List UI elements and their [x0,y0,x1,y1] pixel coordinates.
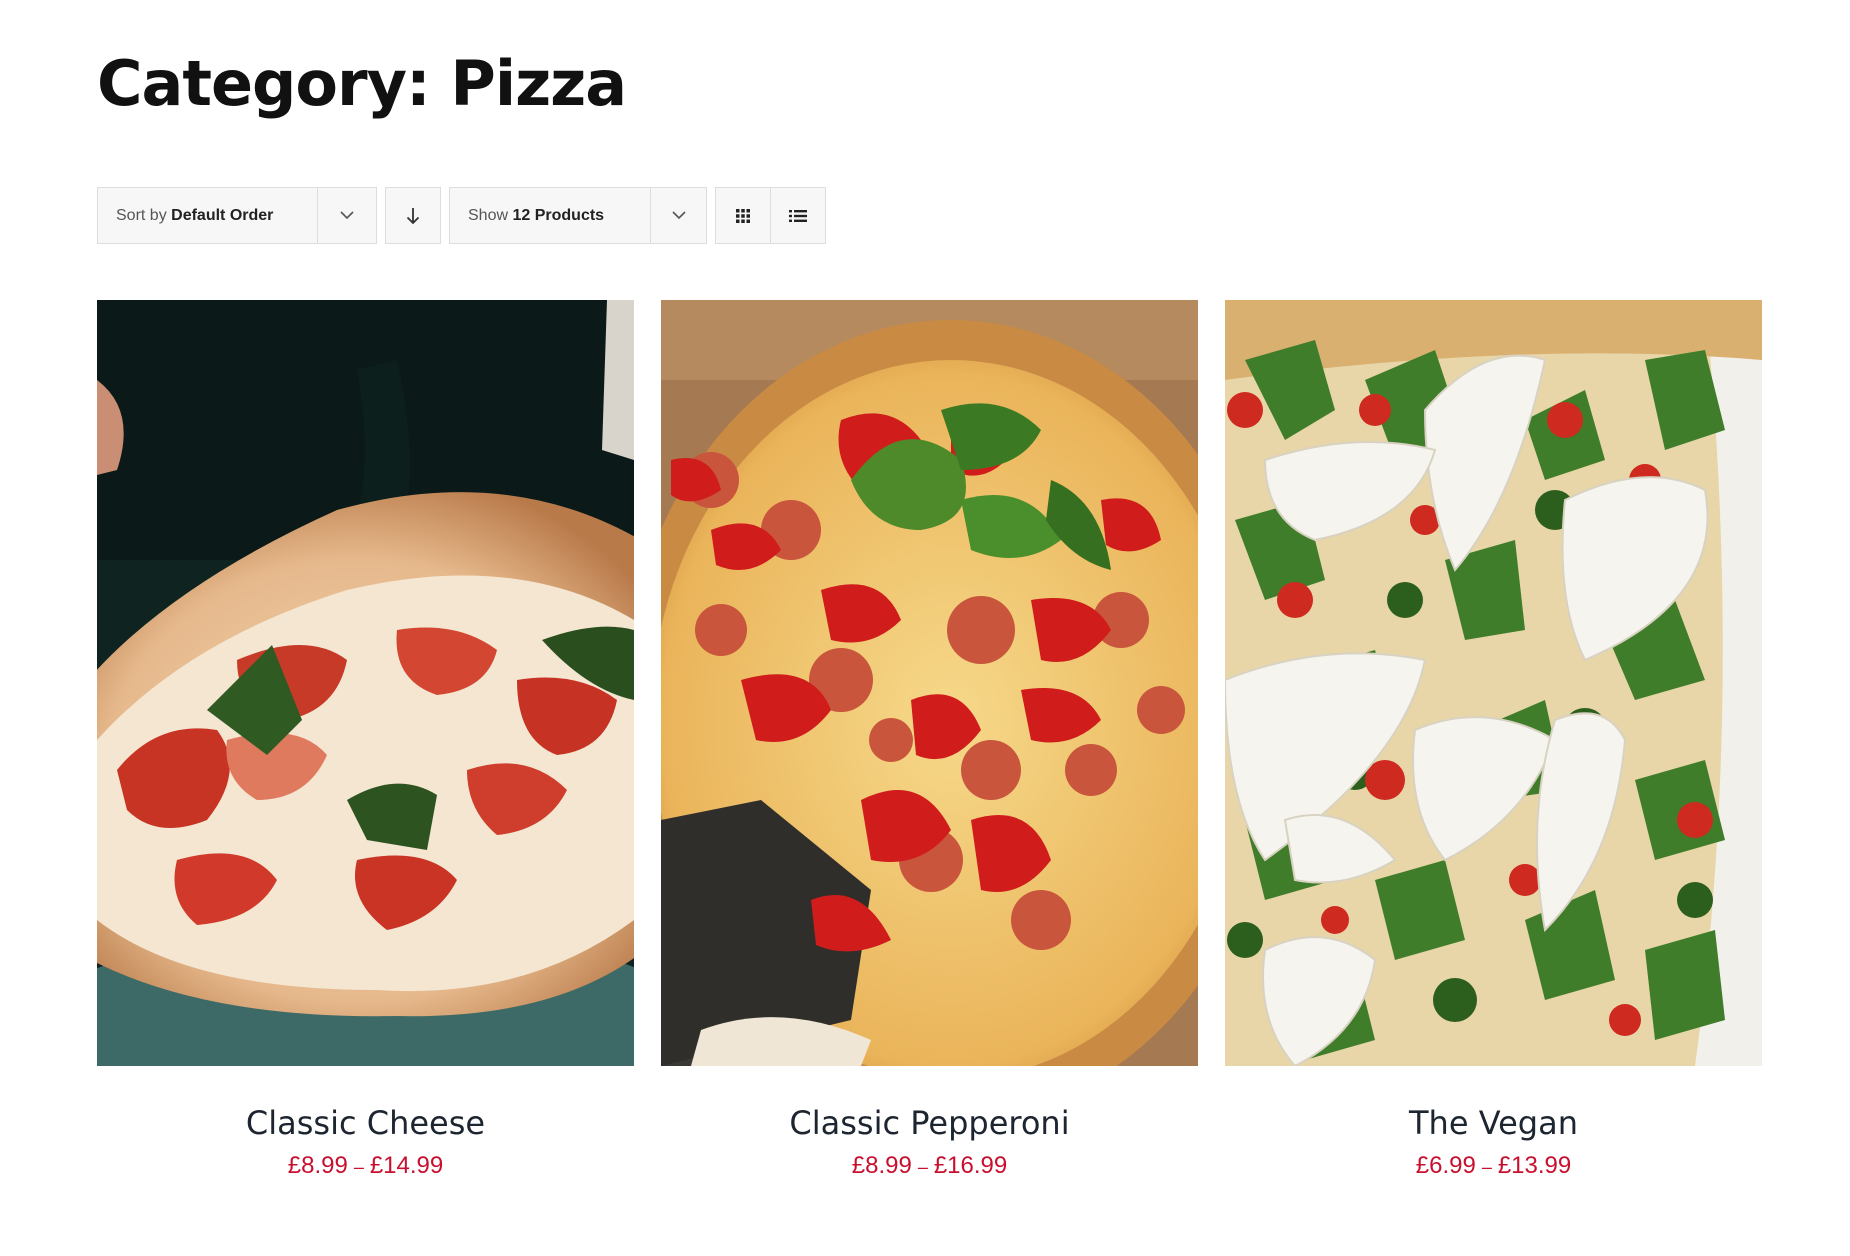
sort-by-label: Sort by Default Order [98,188,318,243]
product-card: Classic Pepperoni £8.99– £16.99 [661,300,1198,1183]
product-price: £8.99– £16.99 [661,1150,1198,1183]
grid-view-button[interactable] [716,188,770,243]
price-max: £16.99 [933,1152,1008,1179]
chevron-down-icon [671,211,686,220]
products-per-page-label: Show 12 Products [450,188,651,243]
product-name[interactable]: Classic Pepperoni [661,1102,1198,1144]
chevron-down-icon [340,211,354,220]
sort-direction-button[interactable] [385,187,441,244]
list-view-icon [789,209,807,222]
price-max: £14.99 [369,1152,444,1179]
product-card: The Vegan £6.99– £13.99 [1225,300,1762,1183]
product-grid: Classic Cheese £8.99– £14.99 Classic Pep… [97,300,1762,1183]
product-image-classic-cheese[interactable] [97,300,634,1066]
page-title: Category: Pizza [97,47,627,120]
sort-by-dropdown[interactable]: Sort by Default Order [97,187,377,244]
price-separator: – [1481,1157,1492,1177]
margherita-pizza-image [97,300,634,1066]
list-view-button[interactable] [770,188,825,243]
products-per-page-toggle[interactable] [651,188,706,243]
price-min: £8.99 [851,1152,912,1179]
sort-by-prefix: Sort by [116,206,167,224]
show-value: 12 Products [512,206,605,224]
product-card: Classic Cheese £8.99– £14.99 [97,300,634,1183]
shop-category-page: Category: Pizza Sort by Default Order Sh… [0,0,1850,1256]
view-mode-switcher [715,187,826,244]
arrow-down-icon [406,207,420,224]
product-price: £8.99– £14.99 [97,1150,634,1183]
show-prefix: Show [468,206,509,224]
price-min: £6.99 [1415,1152,1476,1179]
grid-view-icon [736,208,750,223]
vegan-pizza-image [1225,300,1762,1066]
product-price: £6.99– £13.99 [1225,1150,1762,1183]
price-separator: – [353,1157,364,1177]
price-max: £13.99 [1497,1152,1572,1179]
sort-by-value: Default Order [171,206,274,224]
pepperoni-pizza-image [661,300,1198,1066]
product-name[interactable]: Classic Cheese [97,1102,634,1144]
catalog-toolbar: Sort by Default Order Show 12 Products [97,187,826,244]
product-image-the-vegan[interactable] [1225,300,1762,1066]
product-image-classic-pepperoni[interactable] [661,300,1198,1066]
sort-by-toggle[interactable] [318,188,376,243]
price-min: £8.99 [287,1152,348,1179]
price-separator: – [917,1157,928,1177]
product-name[interactable]: The Vegan [1225,1102,1762,1144]
products-per-page-dropdown[interactable]: Show 12 Products [449,187,707,244]
